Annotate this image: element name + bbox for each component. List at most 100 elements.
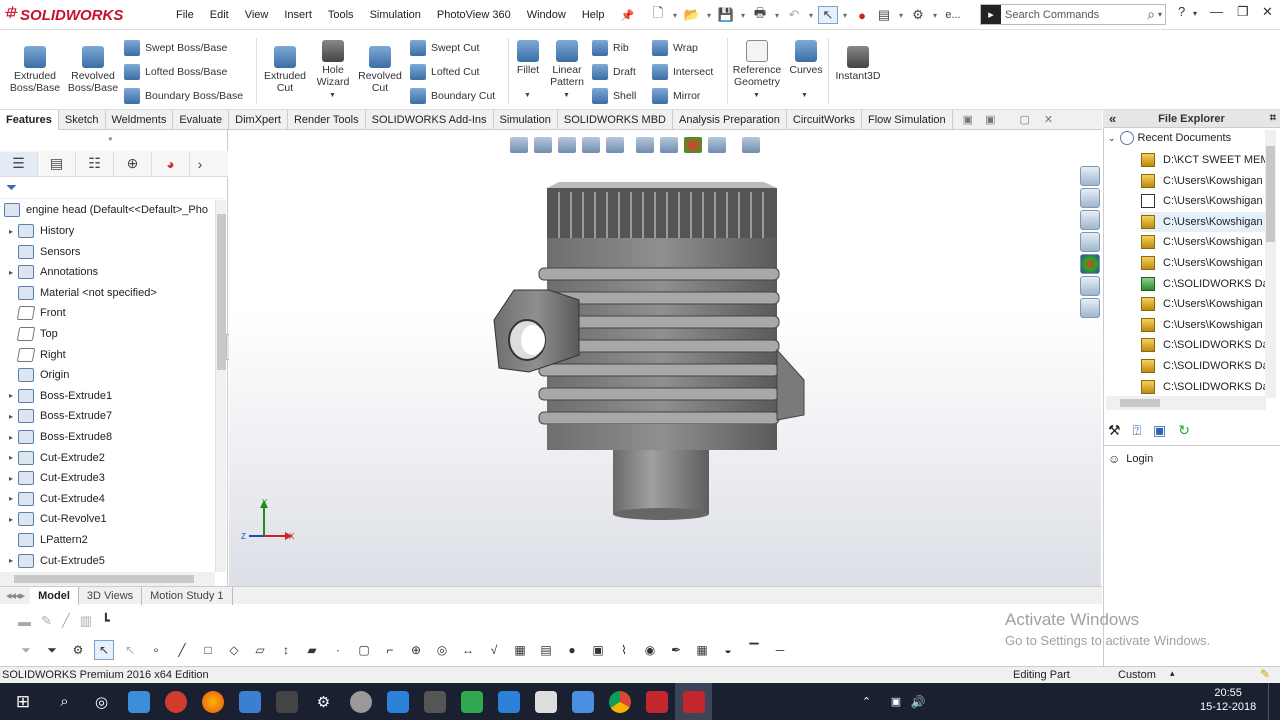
solidworks-resources-icon[interactable] [1080,166,1100,186]
tree-item[interactable]: ▸ Cut-Extrude2 [0,448,215,468]
tree-filter[interactable]: ⏷ [0,177,224,199]
extruded-cut-button[interactable]: Extruded Cut [260,46,310,94]
filter-geometric-tolerance-icon[interactable]: ▦ [510,640,530,660]
file-properties-icon[interactable]: ▤ [874,6,894,24]
chevron-right-icon[interactable]: ▸ [4,268,18,277]
login-link[interactable]: ☺ Login [1108,452,1153,466]
intersect-button[interactable]: Intersect [652,64,713,80]
document-maximize-icon[interactable]: ▢ [1019,110,1029,129]
select-arrow-icon[interactable]: ↖ [818,6,838,24]
pin-icon[interactable]: ⌗ [1270,112,1276,125]
display-manager-tab-icon[interactable]: ◕ [152,151,190,176]
select-arrow-icon[interactable]: ↖ [120,640,140,660]
appearances-icon[interactable] [1080,254,1100,274]
chevron-down-icon[interactable]: ▼ [801,92,808,99]
pencil-icon[interactable]: ✎ [41,613,52,629]
tree-item[interactable]: LPattern2 [0,530,215,550]
engine-head-model[interactable] [229,130,1101,586]
tree-item[interactable]: ▸ Cut-Extrude3 [0,468,215,488]
rib-button[interactable]: Rib [592,40,629,56]
tab-model[interactable]: Model [30,586,79,605]
menu-edit[interactable]: Edit [202,9,237,21]
filter-icon[interactable]: ⏷ [42,640,62,660]
recent-document-item[interactable]: C:\SOLIDWORKS Dat [1141,377,1265,397]
chevron-right-icon[interactable]: ▸ [4,433,18,442]
filter-axis-icon[interactable]: ↕ [276,640,296,660]
recent-document-item[interactable]: C:\Users\Kowshigan [1141,315,1265,335]
menu-simulation[interactable]: Simulation [362,9,429,21]
filter-weld-icon[interactable]: ⌇ [614,640,634,660]
swept-cut-button[interactable]: Swept Cut [410,40,479,56]
swept-boss-button[interactable]: Swept Boss/Base [124,40,227,56]
reference-geometry-button[interactable]: Reference Geometry [730,40,784,88]
menu-view[interactable]: View [237,9,277,21]
filter-solid-icon[interactable]: ▱ [250,640,270,660]
tab-weldments[interactable]: Weldments [106,110,174,130]
mirror-button[interactable]: Mirror [652,88,700,104]
file-explorer-horizontal-scrollbar[interactable] [1106,396,1266,410]
search-icon[interactable]: ⌕ [1144,6,1158,23]
app-icon[interactable] [416,683,453,720]
refresh-icon[interactable]: ↻ [1178,422,1190,439]
tree-item[interactable]: Material <not specified> [0,283,215,303]
zoom-to-area-icon[interactable] [534,137,552,153]
chevron-down-icon[interactable]: ▼ [329,92,336,99]
dimension-icon[interactable]: ┗ [102,613,110,629]
menu-file[interactable]: File [168,9,202,21]
help-document-icon[interactable]: ⍰ [1133,422,1141,439]
filter-datum-icon[interactable]: ▣ [588,640,608,660]
filter-point-icon[interactable]: ∙ [328,640,348,660]
chevron-down-icon[interactable]: ▾ [806,6,816,24]
chevron-down-icon[interactable]: ▼ [753,92,760,99]
tree-item[interactable]: ▸ Boss-Extrude7 [0,406,215,426]
hole-wizard-button[interactable]: Hole Wizard [311,40,355,88]
chevron-down-icon[interactable]: ▾ [704,6,714,24]
recent-document-item[interactable]: D:\KCT SWEET MEM [1141,150,1265,170]
scrollbar-thumb[interactable] [1266,146,1275,242]
tab-evaluate[interactable]: Evaluate [173,110,230,130]
green-app-icon[interactable] [453,683,490,720]
filter-vertex-icon[interactable]: ∘ [146,640,166,660]
tab-addins[interactable]: SOLIDWORKS Add-Ins [366,110,494,130]
firefox-icon[interactable] [194,683,231,720]
linear-pattern-button[interactable]: Linear Pattern [547,40,587,88]
apply-scene-icon[interactable] [708,137,726,153]
tree-scrollbar[interactable] [215,200,226,572]
tree-item[interactable]: ▸ Cut-Revolve1 [0,509,215,529]
chevron-right-icon[interactable]: ▸ [4,474,18,483]
filter-settings-icon[interactable]: ⚙ [68,640,88,660]
tree-horizontal-scrollbar[interactable] [0,572,215,586]
chevron-up-icon[interactable]: ▴ [1170,668,1175,679]
tree-item[interactable]: ▸ Cut-Extrude4 [0,489,215,509]
forum-icon[interactable] [1080,298,1100,318]
filter-surface-icon[interactable]: ◇ [224,640,244,660]
chevron-right-icon[interactable]: ▸ [4,391,18,400]
recent-document-item[interactable]: C:\Users\Kowshigan [1141,232,1265,252]
feature-manager-tab-icon[interactable]: ☰ [0,151,38,176]
tree-item[interactable]: ▸ History [0,221,215,241]
chrome-icon[interactable] [601,683,638,720]
tab-simulation[interactable]: Simulation [494,110,558,130]
document-close-icon[interactable]: ✕ [1044,110,1053,129]
scrollbar-thumb[interactable] [1120,399,1160,407]
calculator-icon[interactable] [268,683,305,720]
tree-item[interactable]: Front [0,303,215,323]
chevron-right-icon[interactable]: › [190,152,210,176]
shell-button[interactable]: Shell [592,88,636,104]
pin-icon[interactable]: 📌 [612,9,642,22]
select-arrow-icon[interactable]: ↖ [94,640,114,660]
tree-item[interactable]: ▸ Boss-Extrude8 [0,427,215,447]
save-icon[interactable]: ▣ [1153,422,1166,439]
filter-dimension-icon[interactable]: ↔ [458,640,478,660]
hide-show-items-icon[interactable] [660,137,678,153]
tab-scroll-icons[interactable]: ◂◂◂▸ [0,589,30,602]
filter-icon[interactable]: ⏷ [6,179,17,196]
menu-photoview[interactable]: PhotoView 360 [429,9,519,21]
pdf-app-icon[interactable] [157,683,194,720]
tree-item[interactable]: Right [0,345,215,365]
restore-icon[interactable]: ❐ [1237,4,1249,20]
filter-face-icon[interactable]: □ [198,640,218,660]
chevron-down-icon[interactable]: ▾ [738,6,748,24]
file-explorer-icon[interactable] [120,683,157,720]
filter-hole-icon[interactable]: ◉ [640,640,660,660]
